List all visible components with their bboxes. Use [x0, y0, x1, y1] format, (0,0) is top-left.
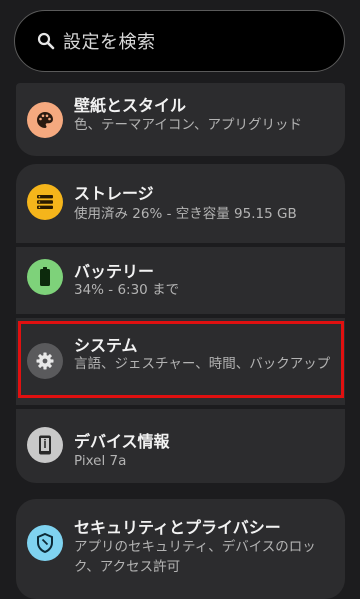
settings-item-subtitle: Pixel 7a	[74, 453, 127, 469]
highlight-box	[18, 321, 344, 398]
settings-item-battery[interactable]: バッテリー 34% - 6:30 まで	[16, 247, 345, 314]
settings-item-title: ストレージ	[74, 184, 154, 203]
search-bar[interactable]: 設定を検索	[14, 10, 345, 72]
palette-icon	[27, 102, 63, 138]
settings-item-device-info[interactable]: デバイス情報 Pixel 7a	[16, 409, 345, 483]
storage-icon	[27, 184, 63, 220]
settings-item-title: 壁紙とスタイル	[74, 96, 187, 115]
settings-item-subtitle: 34% - 6:30 まで	[74, 282, 180, 298]
settings-item-subtitle: 色、テーマアイコン、アプリグリッド	[74, 117, 303, 133]
settings-item-wallpaper[interactable]: 壁紙とスタイル 色、テーマアイコン、アプリグリッド	[16, 83, 345, 156]
battery-icon	[27, 259, 63, 295]
search-placeholder: 設定を検索	[63, 32, 156, 53]
settings-item-subtitle: アプリのセキュリティ、デバイスのロック、アクセス許可	[74, 539, 316, 575]
shield-icon	[27, 525, 63, 561]
search-icon	[37, 32, 55, 50]
settings-item-storage[interactable]: ストレージ 使用済み 26% - 空き容量 95.15 GB	[16, 164, 345, 243]
settings-item-subtitle: 使用済み 26% - 空き容量 95.15 GB	[74, 206, 297, 222]
settings-item-title: バッテリー	[74, 262, 155, 281]
settings-item-title: デバイス情報	[74, 432, 170, 451]
phone-info-icon	[27, 427, 63, 463]
settings-item-title: セキュリティとプライバシー	[74, 518, 281, 537]
settings-item-security[interactable]: セキュリティとプライバシー アプリのセキュリティ、デバイスのロック、アクセス許可	[16, 499, 345, 599]
